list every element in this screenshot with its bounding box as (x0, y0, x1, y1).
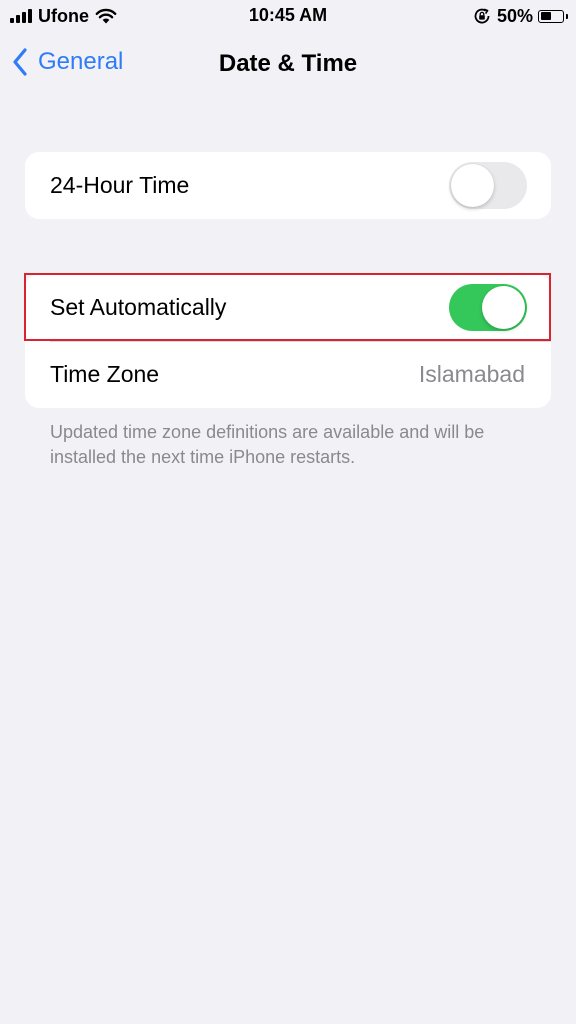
row-label: 24-Hour Time (50, 172, 190, 198)
toggle-knob (482, 286, 525, 329)
row-24-hour-time: 24-Hour Time (25, 152, 551, 219)
toggle-set-automatically[interactable] (449, 284, 527, 331)
orientation-lock-icon (474, 8, 490, 24)
page-title: Date & Time (218, 50, 358, 77)
battery-fill (540, 12, 551, 20)
time-zone-value: Islamabad (418, 361, 525, 387)
battery-percent: 50% (496, 5, 533, 26)
battery-cap (565, 13, 568, 19)
row-label: Set Automatically (50, 294, 227, 320)
status-right: 50% (473, 5, 568, 27)
settings-group-time-format: 24-Hour Time (25, 152, 551, 219)
navigation-bar: General Date & Time (0, 40, 576, 90)
row-label: Time Zone (50, 361, 160, 387)
row-time-zone[interactable]: Time Zone Islamabad (25, 341, 551, 408)
settings-group-automatic: Set Automatically Time Zone Islamabad (25, 274, 551, 408)
battery-icon (538, 9, 568, 23)
toggle-24-hour-time[interactable] (449, 162, 527, 209)
footnote-text: Updated time zone definitions are availa… (50, 422, 485, 467)
status-bar: Ufone 10:45 AM 50% (0, 0, 576, 32)
toggle-knob (451, 164, 494, 207)
row-set-automatically: Set Automatically (25, 274, 551, 341)
